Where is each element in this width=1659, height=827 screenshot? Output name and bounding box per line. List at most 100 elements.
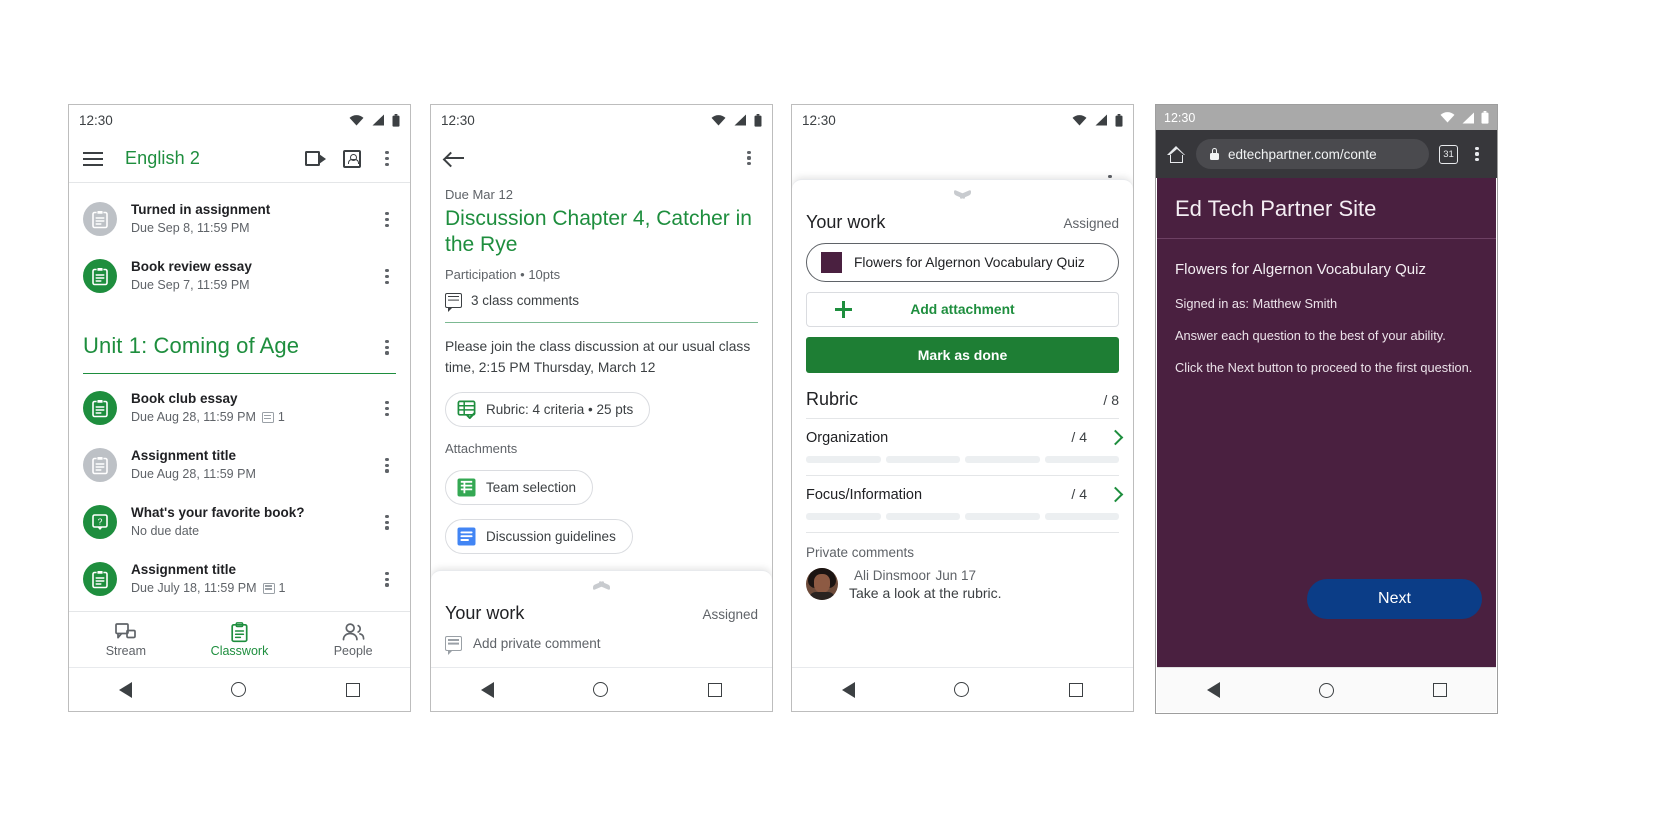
nav-recents-icon[interactable] <box>346 682 361 697</box>
criterion-name: Organization <box>806 430 889 446</box>
wifi-icon <box>1440 112 1455 123</box>
video-camera-icon[interactable] <box>305 151 326 166</box>
status-badge: Assigned <box>1063 216 1119 231</box>
attachment-chip-discussion-guidelines[interactable]: Discussion guidelines <box>445 519 633 555</box>
kebab-menu-icon[interactable] <box>378 572 396 587</box>
phone-classwork-screen: 12:30 English 2 Turned in assignment Due… <box>68 104 411 712</box>
kebab-menu-icon[interactable] <box>378 401 396 416</box>
class-comments-link[interactable]: 3 class comments <box>445 292 758 312</box>
criterion-levels <box>806 456 1119 463</box>
rubric-chip[interactable]: Rubric: 4 criteria • 25 pts <box>445 392 651 428</box>
add-attachment-button[interactable]: Add attachment <box>806 292 1119 327</box>
private-comment-item: Ali Dinsmoor Jun 17 Take a look at the ru… <box>792 560 1133 601</box>
assignment-icon <box>83 562 117 597</box>
web-page-content: Ed Tech Partner Site Flowers for Algerno… <box>1157 178 1496 667</box>
avatar <box>806 568 838 600</box>
hamburger-icon[interactable] <box>83 151 103 166</box>
private-comments-label: Private comments <box>806 545 915 560</box>
sheet-handle[interactable] <box>431 571 772 595</box>
google-docs-icon <box>457 527 476 546</box>
signal-icon <box>372 114 384 126</box>
sidebar-item-stream[interactable]: Stream <box>69 621 183 658</box>
rubric-chip-label: Rubric: 4 criteria • 25 pts <box>486 402 634 418</box>
sidebar-item-classwork[interactable]: Classwork <box>183 621 297 658</box>
quiz-intro: Flowers for Algernon Vocabulary Quiz Sig… <box>1157 239 1496 375</box>
status-icons <box>349 113 400 127</box>
list-item-title: Assignment title <box>131 447 237 463</box>
status-clock: 12:30 <box>802 112 836 128</box>
nav-home-icon[interactable] <box>231 682 247 697</box>
attachment-chip-team-selection[interactable]: Team selection <box>445 470 594 506</box>
list-item-texts: Assignment title Due Aug 28, 11:59 PM <box>131 447 378 484</box>
rubric-criterion-organization[interactable]: Organization / 4 <box>792 419 1133 463</box>
kebab-menu-icon[interactable] <box>1468 146 1486 162</box>
comment-count-value: 1 <box>278 581 286 596</box>
list-item[interactable]: Assignment title Due Aug 28, 11:59 PM <box>69 437 410 494</box>
nav-home-icon[interactable] <box>954 682 970 697</box>
rubric-chip-wrap: Rubric: 4 criteria • 25 pts <box>431 378 772 428</box>
your-work-header: Your work Assigned <box>792 204 1133 233</box>
nav-home-icon[interactable] <box>593 682 609 697</box>
kebab-menu-icon[interactable] <box>378 515 396 530</box>
kebab-menu-icon[interactable] <box>378 458 396 473</box>
nav-recents-icon[interactable] <box>1069 682 1084 697</box>
home-icon[interactable] <box>1167 145 1186 163</box>
signal-icon <box>1095 114 1107 126</box>
rubric-criterion-focus-information[interactable]: Focus/Information / 4 <box>792 476 1133 520</box>
mark-as-done-button[interactable]: Mark as done <box>806 337 1119 373</box>
comment-count: 1 <box>262 579 286 598</box>
next-button[interactable]: Next <box>1307 579 1482 619</box>
sheet-handle[interactable] <box>792 180 1133 204</box>
due-date-label: Due Mar 12 <box>445 187 513 202</box>
list-item[interactable]: Assignment title Due July 18, 11:59 PM 1 <box>69 551 410 608</box>
assignment-title: Discussion Chapter 4, Catcher in the Rye <box>445 207 752 257</box>
assignment-description: Please join the class discussion at our … <box>445 339 751 375</box>
status-icons <box>1440 111 1489 124</box>
wifi-icon <box>1072 114 1087 126</box>
rubric-header: Rubric / 8 <box>792 373 1133 418</box>
tab-switcher-icon[interactable]: 31 <box>1439 144 1458 164</box>
plus-icon <box>835 301 852 318</box>
list-item-due: Due Sep 7, 11:59 PM <box>131 278 250 293</box>
assignment-icon <box>83 391 117 426</box>
nav-back-icon[interactable] <box>118 681 132 698</box>
nav-recents-icon[interactable] <box>1432 683 1447 697</box>
arrow-back-icon[interactable] <box>445 150 465 166</box>
kebab-menu-icon[interactable] <box>378 269 396 284</box>
system-nav-bar <box>69 667 410 711</box>
instruction-line-1: Answer each question to the best of your… <box>1175 328 1446 343</box>
sidebar-item-people[interactable]: People <box>296 621 410 658</box>
add-private-comment[interactable]: Add private comment <box>431 624 772 667</box>
attachment-chip-quiz[interactable]: Flowers for Algernon Vocabulary Quiz <box>806 243 1119 282</box>
battery-icon <box>1481 111 1489 124</box>
nav-back-icon[interactable] <box>480 681 494 698</box>
kebab-menu-icon[interactable] <box>378 212 396 227</box>
assignment-meta: Participation • 10pts <box>445 266 561 282</box>
svg-text:?: ? <box>98 517 103 527</box>
kebab-menu-icon[interactable] <box>378 151 396 166</box>
nav-home-icon[interactable] <box>1318 682 1334 698</box>
question-icon: ? <box>83 505 117 540</box>
list-item[interactable]: Book review essay Due Sep 7, 11:59 PM <box>69 248 410 305</box>
nav-recents-icon[interactable] <box>708 682 723 697</box>
nav-back-icon[interactable] <box>841 681 855 698</box>
kebab-menu-icon[interactable] <box>378 339 396 355</box>
mark-as-done-label: Mark as done <box>917 347 1008 363</box>
nav-back-icon[interactable] <box>1206 682 1220 698</box>
list-item[interactable]: Turned in assignment Due Sep 8, 11:59 PM <box>69 191 410 248</box>
list-item[interactable]: Book club essay Due Aug 28, 11:59 PM 1 <box>69 380 410 437</box>
address-bar[interactable]: edtechpartner.com/conte <box>1196 139 1429 169</box>
list-item-title: Assignment title <box>131 561 237 577</box>
status-icons <box>711 113 762 127</box>
assignment-icon <box>83 448 117 483</box>
list-item[interactable]: ? What's your favorite book? No due date <box>69 494 410 551</box>
signal-icon <box>1462 112 1474 123</box>
kebab-menu-icon[interactable] <box>740 150 758 166</box>
page-title: English 2 <box>125 148 200 168</box>
attachment-chip-label: Discussion guidelines <box>486 529 616 545</box>
comment-author-name: Ali Dinsmoor <box>854 568 931 583</box>
add-attachment-label: Add attachment <box>910 302 1015 317</box>
list-item-texts: Turned in assignment Due Sep 8, 11:59 PM <box>131 201 378 238</box>
chevron-up-icon <box>593 581 610 590</box>
class-card-icon[interactable] <box>343 149 361 168</box>
